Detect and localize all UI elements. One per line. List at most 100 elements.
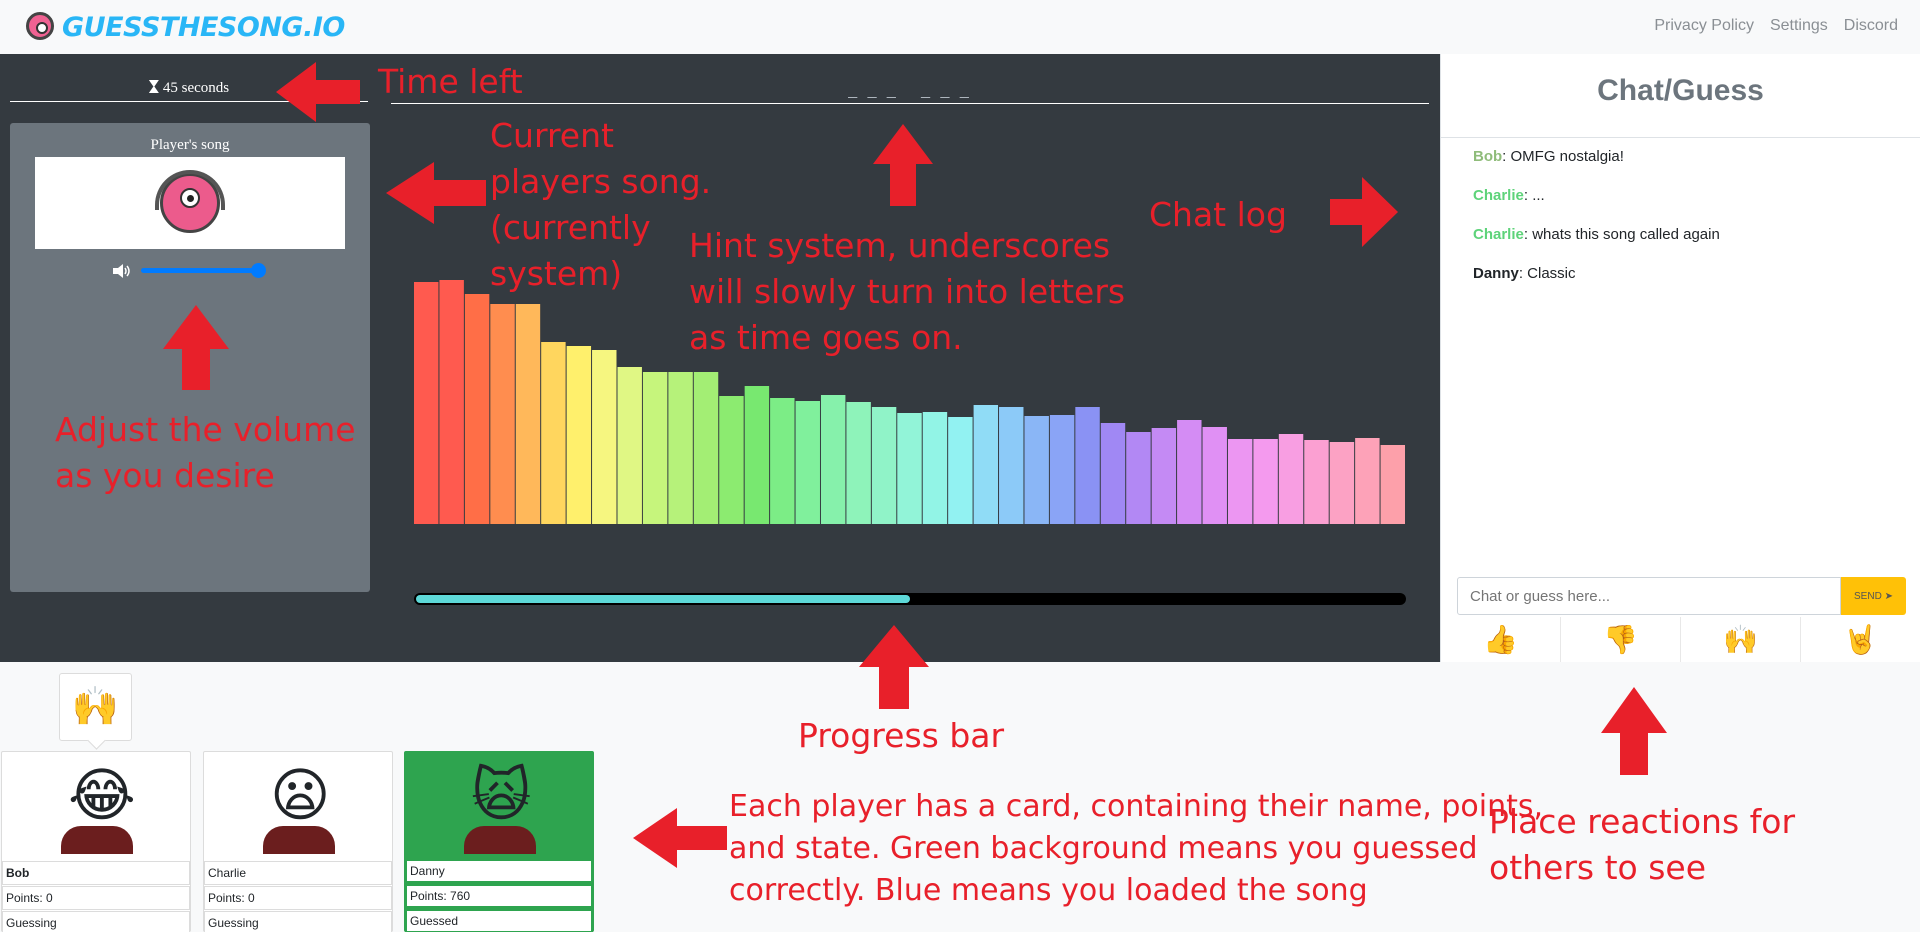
- speaker-icon[interactable]: [113, 264, 133, 278]
- player-points: Points: 0: [204, 886, 392, 910]
- visualizer-bar: [1202, 427, 1227, 524]
- player-card-charlie: 😦 Charlie Points: 0 Guessing: [203, 751, 393, 932]
- arrow-right-icon: [1330, 177, 1398, 247]
- nav-settings[interactable]: Settings: [1770, 17, 1828, 35]
- hourglass-icon: [148, 80, 159, 93]
- visualizer-bar: [1253, 439, 1278, 524]
- progress-bar: [414, 593, 1406, 605]
- annotation-volume: Adjust the volume as you desire: [55, 410, 356, 495]
- chat-text: : ...: [1523, 187, 1545, 204]
- hint: _ _ _ _ _ _: [391, 82, 1429, 104]
- arrow-up-icon: [163, 305, 229, 390]
- chat-username: Danny: [1473, 265, 1519, 282]
- nav-links: Privacy Policy Settings Discord: [1654, 17, 1898, 35]
- annotation-progress-bar: Progress bar: [798, 716, 1005, 755]
- visualizer-bar: [1355, 438, 1380, 524]
- chat-username: Charlie: [1473, 187, 1524, 204]
- laughing-face-icon: 😂: [68, 763, 136, 828]
- visualizer-bar: [693, 372, 719, 524]
- arrow-up-icon: [859, 625, 929, 709]
- chat-message: Danny: Classic: [1473, 264, 1903, 303]
- annotation-player-card: Each player has a card, containing their…: [729, 789, 1544, 908]
- cat-face-icon: 🙀: [471, 763, 532, 828]
- visualizer-bar: [1304, 440, 1329, 524]
- annotation-reactions: Place reactions for others to see: [1489, 802, 1796, 887]
- visualizer-bar: [1049, 415, 1075, 524]
- visualizer-bar: [1227, 439, 1253, 524]
- nav-privacy-policy[interactable]: Privacy Policy: [1654, 17, 1754, 35]
- volume-slider-thumb[interactable]: [251, 263, 266, 278]
- monster-icon: [155, 170, 225, 233]
- player-state: Guessed: [405, 909, 593, 932]
- player-card-bob: 😂 Bob Points: 0 Guessing: [1, 751, 191, 932]
- logo-text[interactable]: GUESSTHESONG.IO: [62, 12, 345, 43]
- volume-slider[interactable]: [141, 268, 265, 273]
- visualizer-bar: [1126, 432, 1151, 524]
- annotation-time-left: Time left: [378, 62, 523, 101]
- chat-username: Charlie: [1473, 226, 1524, 243]
- chat-divider: [1441, 137, 1920, 138]
- visualizer-bar: [617, 367, 642, 524]
- visualizer-bar: [973, 405, 999, 524]
- annotation-hint-system: Hint system, underscores will slowly tur…: [689, 226, 1126, 357]
- nav-discord[interactable]: Discord: [1844, 17, 1898, 35]
- player-points: Points: 0: [2, 886, 190, 910]
- timer-text: 45 seconds: [162, 80, 230, 96]
- visualizer-bar: [948, 417, 973, 524]
- chat-text: : OMFG nostalgia!: [1502, 148, 1624, 165]
- chat-text: : Classic: [1518, 265, 1576, 282]
- player-name: Charlie: [204, 861, 392, 885]
- rock-on-reaction[interactable]: 🤘: [1801, 617, 1920, 662]
- chat-message: Charlie: ...: [1473, 186, 1903, 225]
- chat-text: : whats this song called again: [1523, 226, 1720, 243]
- paper-plane-icon: ➤: [1884, 590, 1893, 602]
- visualizer-bar: [795, 401, 820, 524]
- avatar-body: [464, 826, 536, 854]
- avatar: 😦: [259, 764, 339, 854]
- raised-hands-reaction[interactable]: 🙌: [1681, 617, 1801, 662]
- thumbs-down-reaction[interactable]: 👎: [1561, 617, 1681, 662]
- visualizer-bar: [1278, 434, 1304, 524]
- thumbs-up-reaction[interactable]: 👍: [1441, 617, 1561, 662]
- player-card-danny: 🙀 Danny Points: 760 Guessed: [404, 751, 594, 932]
- visualizer-bar: [642, 372, 668, 524]
- arrow-left-icon: [633, 808, 727, 868]
- reactions-bar: 👍 👎 🙌 🤘: [1441, 617, 1920, 662]
- visualizer-bar: [1024, 416, 1049, 524]
- visualizer-bar: [922, 412, 948, 524]
- song-title: Player's song: [150, 137, 230, 153]
- arrow-left-icon: [386, 162, 486, 224]
- visualizer-bar: [1177, 420, 1202, 524]
- progress-bar-fill: [416, 595, 910, 603]
- avatar-body: [61, 826, 133, 854]
- frowning-face-icon: 😦: [270, 763, 331, 828]
- visualizer-bar: [515, 304, 541, 524]
- visualizer-bar: [1329, 442, 1355, 524]
- visualizer-bar: [744, 386, 770, 524]
- player-name: Bob: [2, 861, 190, 885]
- annotation-current-song: Current players song. (currently system): [490, 116, 712, 293]
- player-state: Guessing: [204, 911, 392, 932]
- chat-panel: Chat/Guess Bob: OMFG nostalgia! Charlie: …: [1440, 54, 1920, 662]
- arrow-left-icon: [276, 62, 360, 122]
- visualizer-bar: [1100, 423, 1126, 524]
- arrow-up-icon: [1601, 687, 1667, 775]
- visualizer-bar: [414, 282, 439, 524]
- eye-icon: [180, 188, 200, 208]
- visualizer-bar: [1380, 445, 1405, 524]
- visualizer-bar: [541, 342, 566, 524]
- send-button[interactable]: SEND ➤: [1841, 577, 1906, 615]
- annotation-chat-log: Chat log: [1149, 195, 1287, 234]
- visualizer-bar: [897, 413, 922, 524]
- chat-message: Bob: OMFG nostalgia!: [1473, 147, 1903, 186]
- hint-text: _ _ _ _ _ _: [848, 82, 972, 99]
- visualizer-bar: [464, 294, 490, 524]
- chat-input[interactable]: [1457, 577, 1841, 615]
- player-points: Points: 760: [405, 884, 593, 908]
- visualizer-bar: [846, 402, 871, 524]
- visualizer-bar: [439, 280, 464, 524]
- chat-title: Chat/Guess: [1597, 74, 1764, 107]
- visualizer-bar: [668, 372, 693, 524]
- logo-icon[interactable]: [26, 12, 54, 40]
- chat-username: Bob: [1473, 148, 1503, 165]
